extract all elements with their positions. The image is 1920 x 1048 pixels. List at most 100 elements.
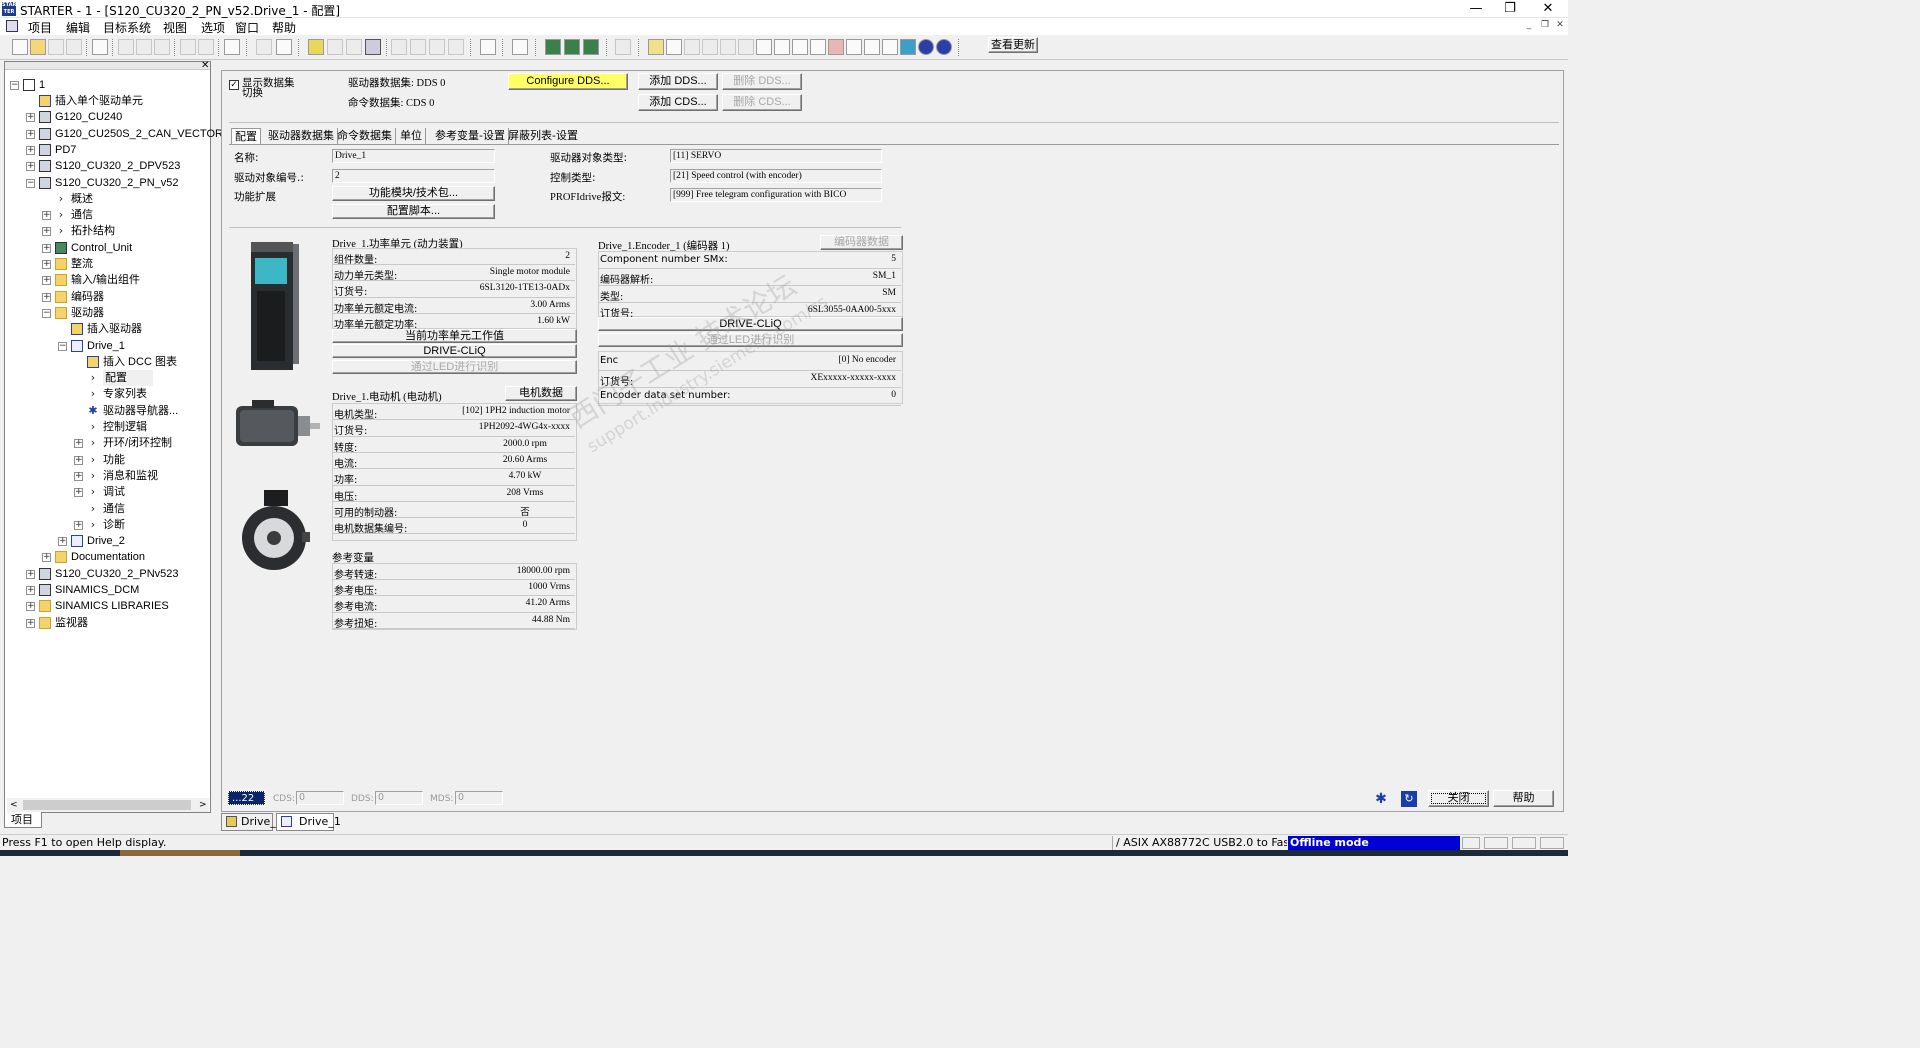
help-button[interactable]: 帮助	[1493, 790, 1554, 807]
save-compile-icon[interactable]	[66, 39, 82, 55]
expand-icon[interactable]: +	[42, 211, 51, 221]
config-script-button[interactable]: 配置脚本...	[332, 204, 495, 219]
upload-icon[interactable]	[346, 39, 362, 55]
power-unit-led-button[interactable]: 通过LED进行识别	[332, 360, 577, 374]
tree-item[interactable]: 拓扑结构	[71, 223, 115, 239]
print-icon[interactable]	[92, 39, 108, 55]
document-icon[interactable]	[6, 20, 18, 32]
tool-icon-l[interactable]	[792, 39, 808, 55]
online-icon[interactable]	[365, 39, 381, 55]
tree-item[interactable]: S120_CU320_2_DPV523	[55, 158, 180, 174]
tab-command-dataset[interactable]: 命令数据集	[334, 128, 396, 144]
add-cds-button[interactable]: 添加 CDS...	[638, 94, 718, 111]
tool-icon-k[interactable]	[774, 39, 790, 55]
expand-icon[interactable]: +	[26, 113, 35, 123]
object-number-field[interactable]: 2	[332, 169, 495, 183]
drive-number-field[interactable]: ...22	[228, 791, 265, 805]
tree-item[interactable]: G120_CU250S_2_CAN_VECTOR	[55, 126, 223, 142]
menu-window[interactable]: 窗口	[235, 19, 259, 36]
encoder-drive-cliq-button[interactable]: DRIVE-CLiQ	[598, 317, 903, 331]
minimize-button[interactable]: —	[1458, 0, 1494, 18]
function-module-button[interactable]: 功能模块/技术包...	[332, 186, 495, 201]
expand-icon[interactable]: +	[26, 569, 35, 579]
motor-icon[interactable]	[918, 39, 934, 55]
tree-item[interactable]: 输入/输出组件	[71, 272, 140, 288]
expand-icon[interactable]: +	[42, 260, 51, 269]
tree-item[interactable]: 诊断	[103, 517, 125, 533]
tool-icon-m[interactable]	[810, 39, 826, 55]
tab-units[interactable]: 单位	[397, 128, 426, 144]
download-icon[interactable]	[327, 39, 343, 55]
tree-root[interactable]: 1	[39, 77, 45, 93]
object-type-field[interactable]: [11] SERVO	[670, 149, 882, 163]
expand-icon[interactable]: +	[74, 439, 83, 449]
collapse-icon[interactable]: −	[58, 341, 67, 351]
menu-target-system[interactable]: 目标系统	[103, 19, 151, 36]
collapse-icon[interactable]: −	[42, 308, 51, 318]
close-button[interactable]: 关闭	[1428, 790, 1489, 807]
expand-icon[interactable]: +	[42, 553, 51, 563]
mds-select[interactable]: 0	[455, 791, 503, 805]
copy-icon[interactable]	[136, 39, 152, 55]
scroll-right-icon[interactable]: >	[199, 800, 207, 810]
close-window-button[interactable]: ✕	[1530, 0, 1566, 18]
current-values-button[interactable]: 当前功率单元工作值	[332, 329, 577, 343]
cut-icon[interactable]	[118, 39, 134, 55]
scroll-left-icon[interactable]: <	[10, 800, 18, 810]
expand-icon[interactable]: +	[42, 227, 51, 237]
delete-cds-button[interactable]: 删除 CDS...	[722, 94, 802, 111]
undo-icon[interactable]	[180, 39, 196, 55]
tree-hscrollbar[interactable]: < >	[7, 798, 209, 812]
tree-item[interactable]: Drive_1	[87, 338, 125, 354]
tree-item[interactable]: 调试	[103, 484, 125, 500]
expand-icon[interactable]: +	[74, 488, 83, 498]
calc-icon[interactable]	[648, 39, 664, 55]
add-dds-button[interactable]: 添加 DDS...	[638, 73, 718, 90]
tree-item[interactable]: 通信	[71, 207, 93, 223]
tree-item[interactable]: Documentation	[71, 549, 145, 565]
tree-item[interactable]: 专家列表	[103, 386, 147, 402]
tool-icon-i[interactable]	[738, 39, 754, 55]
menu-help[interactable]: 帮助	[272, 19, 296, 36]
configure-dds-button[interactable]: Configure DDS...	[508, 73, 628, 90]
tree-item[interactable]: Control_Unit	[71, 240, 132, 256]
tree-item[interactable]: 配置	[103, 370, 153, 387]
tool-icon-h[interactable]	[720, 39, 736, 55]
tool-icon-a[interactable]	[391, 39, 407, 55]
control-type-field[interactable]: [21] Speed control (with encoder)	[670, 169, 882, 183]
mdi-close-icon[interactable]: ✕	[1553, 19, 1567, 32]
tree-item[interactable]: 插入单个驱动单元	[55, 93, 143, 109]
paste-icon[interactable]	[154, 39, 170, 55]
tool-icon-b[interactable]	[410, 39, 426, 55]
menu-view[interactable]: 视图	[163, 19, 187, 36]
tab-reference-settings[interactable]: 参考变量-设置	[432, 128, 509, 144]
show-dataset-checkbox[interactable]: ✓	[229, 80, 239, 90]
tool-icon-p[interactable]	[864, 39, 880, 55]
tree-item[interactable]: S120_CU320_2_PN_v52	[55, 175, 179, 191]
tree-item[interactable]: 控制逻辑	[103, 419, 147, 435]
expand-icon[interactable]: +	[26, 145, 35, 155]
cds-select[interactable]: 0	[296, 791, 344, 805]
tool-icon-g[interactable]	[702, 39, 718, 55]
tree-item[interactable]: Drive_2	[87, 533, 125, 549]
expand-icon[interactable]: +	[26, 162, 35, 172]
collapse-icon[interactable]: −	[10, 81, 19, 90]
tree-item[interactable]: SINAMICS LIBRARIES	[55, 598, 169, 614]
pulse-icon[interactable]	[936, 39, 952, 55]
tree-item[interactable]: 驱动器导航器...	[103, 403, 178, 419]
project-tab[interactable]: 项目	[4, 812, 42, 828]
connect-icon[interactable]	[308, 39, 324, 55]
redo-icon[interactable]	[198, 39, 214, 55]
tree-item[interactable]: 插入 DCC 图表	[103, 354, 177, 370]
encoder-led-button[interactable]: 通过LED进行识别	[598, 333, 903, 347]
device-config-icon[interactable]	[512, 39, 528, 55]
trace3-icon[interactable]	[583, 39, 599, 55]
tool-icon-e[interactable]	[615, 39, 631, 55]
expand-icon[interactable]: +	[42, 243, 51, 253]
tree-item[interactable]: 开环/闭环控制	[103, 435, 172, 451]
tree-item[interactable]: 消息和监视	[103, 468, 158, 484]
motor-data-button[interactable]: 电机数据	[505, 386, 577, 401]
x-icon[interactable]	[256, 39, 272, 55]
tree-item[interactable]: 监视器	[55, 615, 88, 631]
encoder-data-button[interactable]: 编码器数据	[820, 235, 903, 250]
